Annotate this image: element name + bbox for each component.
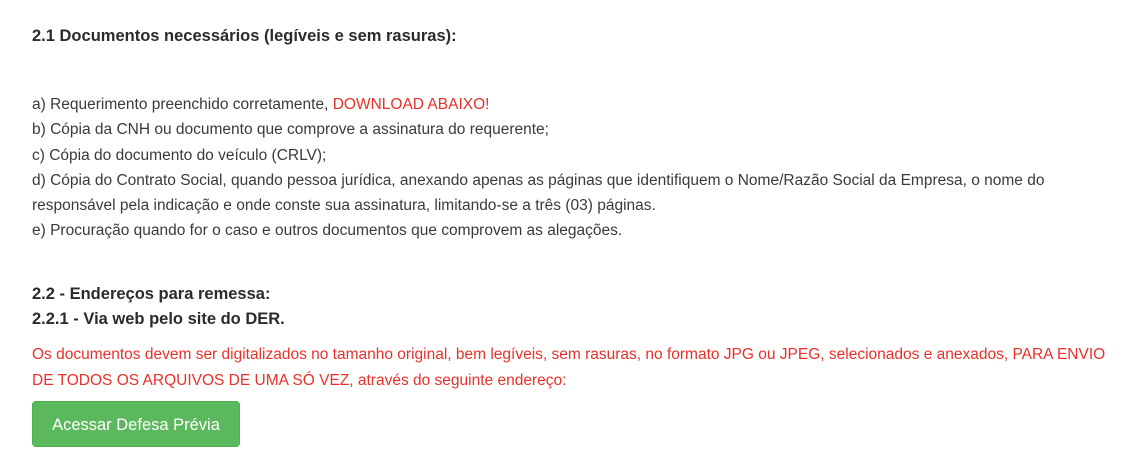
access-defesa-previa-button[interactable]: Acessar Defesa Prévia (32, 401, 240, 447)
list-item-a-text: a) Requerimento preenchido corretamente, (32, 96, 333, 113)
list-item-e: e) Procuração quando for o caso e outros… (32, 222, 623, 240)
list-item-d: d) Cópia do Contrato Social, quando pess… (32, 171, 1045, 215)
digitization-instructions: Os documentos devem ser digitalizados no… (32, 346, 1106, 389)
section-2-1-heading: 2.1 Documentos necessários (legíveis e s… (32, 27, 457, 45)
section-2-2-1-heading: 2.2.1 - Via web pelo site do DER. (32, 310, 285, 328)
required-documents-list: a) Requerimento preenchido corretamente,… (32, 92, 1112, 244)
list-item-b: b) Cópia da CNH ou documento que comprov… (32, 121, 549, 139)
section-2-2-heading: 2.2 - Endereços para remessa: (32, 285, 271, 303)
list-item-a: a) Requerimento preenchido corretamente,… (32, 92, 1112, 117)
download-notice: DOWNLOAD ABAIXO! (332, 96, 490, 113)
list-item-c: c) Cópia do documento do veículo (CRLV); (32, 146, 327, 164)
